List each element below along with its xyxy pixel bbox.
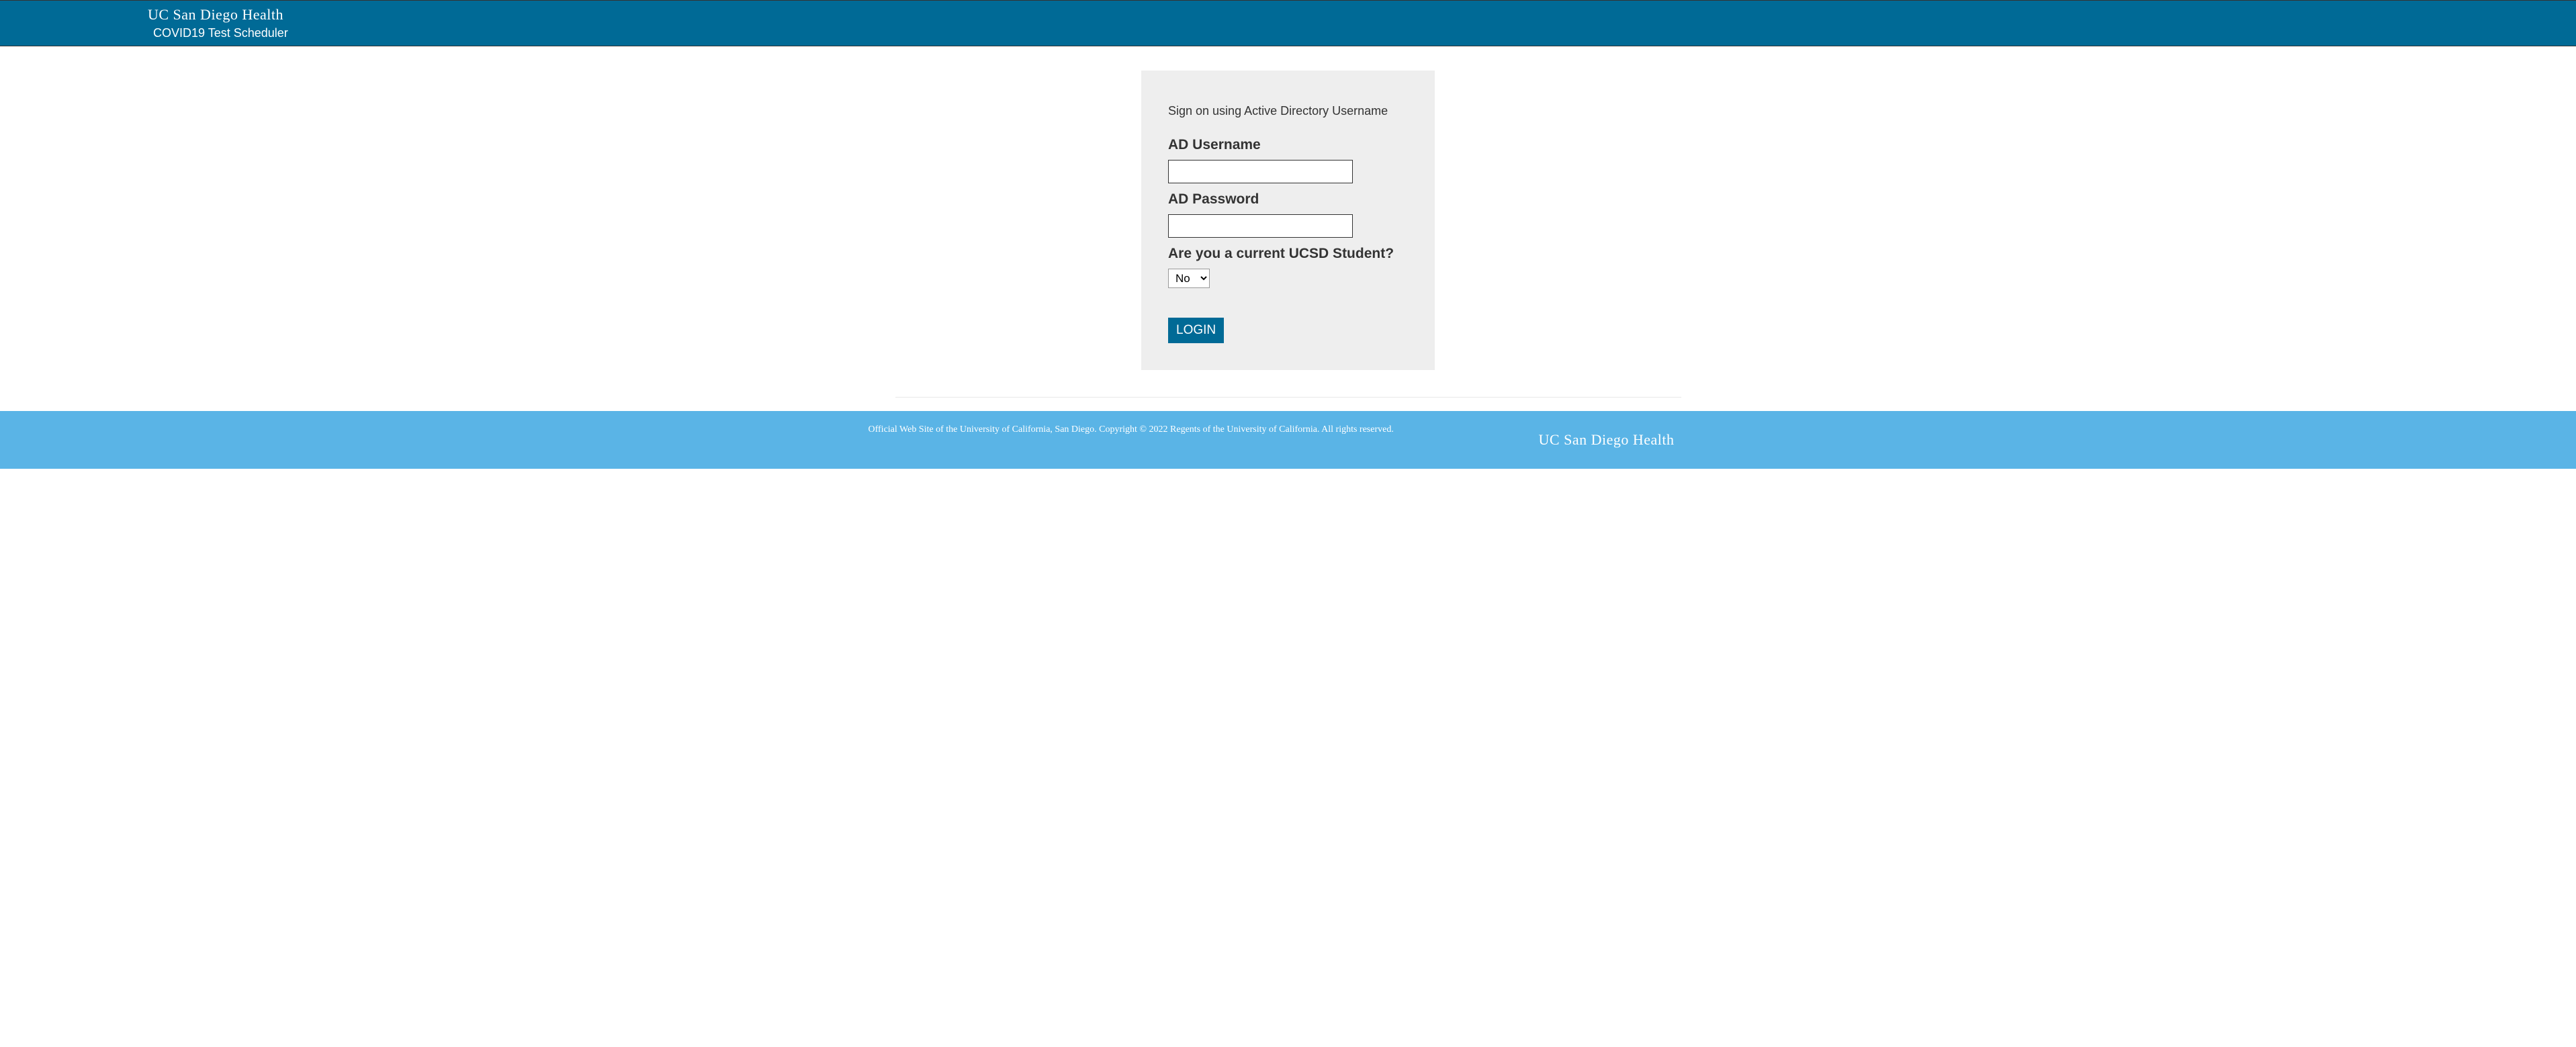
username-input[interactable]: [1168, 160, 1353, 183]
footer: Official Web Site of the University of C…: [0, 411, 2576, 469]
footer-copyright: Official Web Site of the University of C…: [869, 424, 1394, 435]
header: UC San Diego Health COVID19 Test Schedul…: [0, 0, 2576, 46]
login-box: Sign on using Active Directory Username …: [1141, 71, 1435, 370]
student-select[interactable]: No Yes: [1168, 269, 1210, 288]
main-content: Sign on using Active Directory Username …: [0, 46, 2576, 383]
footer-inner: Official Web Site of the University of C…: [869, 424, 1708, 449]
sign-on-instruction: Sign on using Active Directory Username: [1168, 104, 1408, 118]
header-inner: UC San Diego Health COVID19 Test Schedul…: [141, 6, 947, 40]
footer-logo: UC San Diego Health: [1539, 431, 1675, 449]
password-input[interactable]: [1168, 214, 1353, 238]
username-label: AD Username: [1168, 137, 1408, 153]
login-button[interactable]: LOGIN: [1168, 318, 1224, 343]
student-label: Are you a current UCSD Student?: [1168, 246, 1408, 262]
header-logo: UC San Diego Health: [148, 6, 940, 24]
password-label: AD Password: [1168, 191, 1408, 208]
divider: [895, 397, 1681, 398]
header-subtitle: COVID19 Test Scheduler: [148, 26, 940, 40]
